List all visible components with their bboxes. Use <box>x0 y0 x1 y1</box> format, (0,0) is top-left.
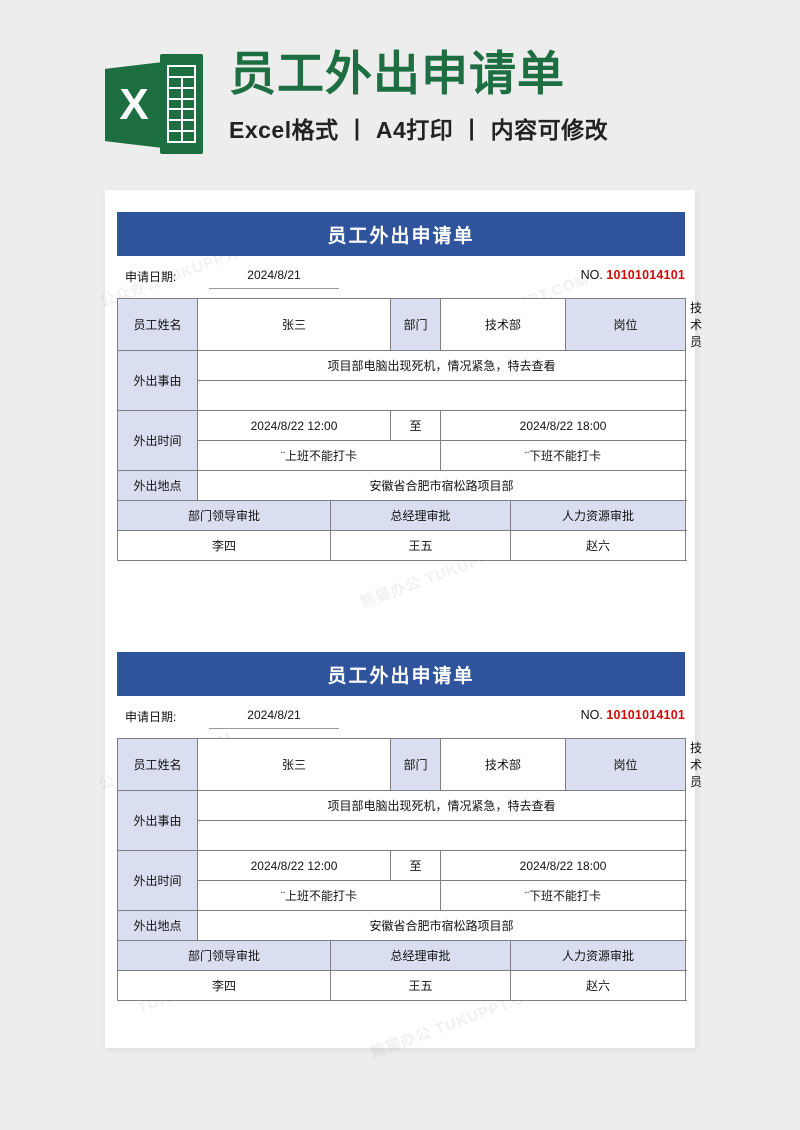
employee-name-label: 员工姓名 <box>117 738 198 791</box>
reason-value[interactable]: 项目部电脑出现死机，情况紧急，特去查看 <box>196 350 687 381</box>
department-label: 部门 <box>390 298 442 351</box>
application-date-label: 申请日期: <box>125 710 177 724</box>
application-table: 员工姓名 张三 部门 技术部 岗位 技术员 外出事由 项目部电脑出现死机，情况紧… <box>117 738 702 1001</box>
out-time-start[interactable]: 2024/8/22 12:00 <box>196 850 392 881</box>
application-number-value[interactable]: 10101014101 <box>606 268 685 282</box>
out-time-note-end[interactable]: ¨下班不能打卡 <box>440 440 687 471</box>
out-place-label: 外出地点 <box>117 470 198 501</box>
department-value[interactable]: 技术部 <box>440 298 567 351</box>
reason-value[interactable]: 项目部电脑出现死机，情况紧急，特去查看 <box>196 790 687 821</box>
form-meta-row: 申请日期: 2024/8/21 NO. 10101014101 <box>117 256 685 298</box>
promo-subtitle: Excel格式 丨 A4打印 丨 内容可修改 <box>229 116 609 143</box>
table-row-time-note: ¨上班不能打卡 ¨下班不能打卡 <box>118 440 687 471</box>
employee-name-value[interactable]: 张三 <box>196 298 392 351</box>
position-label: 岗位 <box>565 298 687 351</box>
application-date-underline <box>209 288 339 289</box>
table-row-place: 外出地点 安徽省合肥市宿松路项目部 <box>117 470 687 501</box>
employee-name-value[interactable]: 张三 <box>196 738 392 791</box>
out-time-note-start[interactable]: ¨上班不能打卡 <box>196 880 442 911</box>
department-label: 部门 <box>390 738 442 791</box>
employee-name-label: 员工姓名 <box>117 298 198 351</box>
table-row-place: 外出地点 安徽省合肥市宿松路项目部 <box>117 910 687 941</box>
approval-value-manager[interactable]: 王五 <box>329 970 512 1001</box>
table-row-employee: 员工姓名 张三 部门 技术部 岗位 技术员 <box>117 738 702 791</box>
table-row-reason-line2 <box>118 380 687 411</box>
out-time-separator: 至 <box>390 410 442 441</box>
reason-value-second-line[interactable] <box>196 380 687 411</box>
out-time-label: 外出时间 <box>117 410 198 471</box>
table-row-reason-line1: 外出事由 项目部电脑出现死机，情况紧急，特去查看 <box>117 350 687 411</box>
approval-header-manager: 总经理审批 <box>329 940 512 971</box>
out-place-value[interactable]: 安徽省合肥市宿松路项目部 <box>196 910 687 941</box>
application-date-label: 申请日期: <box>125 270 177 284</box>
promo-banner-content: X 员工外出申请单 Excel格式 丨 A4打印 丨 内容可修改 <box>105 47 695 168</box>
application-number-label: NO. <box>580 708 603 722</box>
approval-value-department[interactable]: 李四 <box>117 530 331 561</box>
reason-value-second-line[interactable] <box>196 820 687 851</box>
application-number-label: NO. <box>580 268 603 282</box>
table-row-approval-headers: 部门领导审批 总经理审批 人力资源审批 <box>117 940 687 971</box>
promo-title: 员工外出申请单 <box>229 47 565 100</box>
out-time-separator: 至 <box>390 850 442 881</box>
promo-text-block: 员工外出申请单 Excel格式 丨 A4打印 丨 内容可修改 <box>229 47 609 145</box>
excel-logo-grid <box>167 65 196 143</box>
application-date-value[interactable]: 2024/8/21 <box>209 708 339 722</box>
excel-logo-icon: X <box>105 54 203 154</box>
reason-label: 外出事由 <box>117 350 198 411</box>
document-card: 公众办公TUKUPPT.COM 熊猫办公 TUKUPPT.COM TUKUPPT… <box>97 190 702 1062</box>
out-time-note-start[interactable]: ¨上班不能打卡 <box>196 440 442 471</box>
application-date-underline <box>209 728 339 729</box>
application-form-1: 员工外出申请单 申请日期: 2024/8/21 NO. 10101014101 <box>117 212 702 561</box>
out-time-end[interactable]: 2024/8/22 18:00 <box>440 850 687 881</box>
approval-header-department: 部门领导审批 <box>117 500 331 531</box>
table-row-employee: 员工姓名 张三 部门 技术部 岗位 技术员 <box>117 298 702 351</box>
approval-value-manager[interactable]: 王五 <box>329 530 512 561</box>
table-row-time-note: ¨上班不能打卡 ¨下班不能打卡 <box>118 880 687 911</box>
form-meta-row: 申请日期: 2024/8/21 NO. 10101014101 <box>117 696 685 738</box>
table-row-approval-values: 李四 王五 赵六 <box>117 970 687 1001</box>
out-time-end[interactable]: 2024/8/22 18:00 <box>440 410 687 441</box>
out-place-label: 外出地点 <box>117 910 198 941</box>
table-row-approval-values: 李四 王五 赵六 <box>117 530 687 561</box>
excel-logo-letter: X <box>119 80 149 129</box>
department-value[interactable]: 技术部 <box>440 738 567 791</box>
application-date-value[interactable]: 2024/8/21 <box>209 268 339 282</box>
table-row-reason-line1: 外出事由 项目部电脑出现死机，情况紧急，特去查看 <box>117 790 687 851</box>
application-table: 员工姓名 张三 部门 技术部 岗位 技术员 外出事由 项目部电脑出现死机，情况紧… <box>117 298 702 561</box>
approval-header-hr: 人力资源审批 <box>510 500 687 531</box>
application-form-2: 员工外出申请单 申请日期: 2024/8/21 NO. 10101014101 <box>117 652 702 1001</box>
approval-header-manager: 总经理审批 <box>329 500 512 531</box>
approval-value-hr[interactable]: 赵六 <box>510 530 687 561</box>
table-row-reason-line2 <box>118 820 687 851</box>
position-label: 岗位 <box>565 738 687 791</box>
promo-banner: X 员工外出申请单 Excel格式 丨 A4打印 丨 内容可修改 <box>0 0 800 190</box>
table-row-time: 外出时间 2024/8/22 12:00 至 2024/8/22 18:00 <box>117 850 687 911</box>
application-number-value[interactable]: 10101014101 <box>606 708 685 722</box>
approval-value-hr[interactable]: 赵六 <box>510 970 687 1001</box>
out-place-value[interactable]: 安徽省合肥市宿松路项目部 <box>196 470 687 501</box>
application-number: NO. 10101014101 <box>581 268 685 282</box>
form-title-bar: 员工外出申请单 <box>117 652 685 696</box>
out-time-start[interactable]: 2024/8/22 12:00 <box>196 410 392 441</box>
approval-value-department[interactable]: 李四 <box>117 970 331 1001</box>
approval-header-department: 部门领导审批 <box>117 940 331 971</box>
reason-label: 外出事由 <box>117 790 198 851</box>
table-row-approval-headers: 部门领导审批 总经理审批 人力资源审批 <box>117 500 687 531</box>
out-time-label: 外出时间 <box>117 850 198 911</box>
out-time-note-end[interactable]: ¨下班不能打卡 <box>440 880 687 911</box>
form-title-bar: 员工外出申请单 <box>117 212 685 256</box>
table-row-time: 外出时间 2024/8/22 12:00 至 2024/8/22 18:00 <box>117 410 687 471</box>
application-number: NO. 10101014101 <box>581 708 685 722</box>
approval-header-hr: 人力资源审批 <box>510 940 687 971</box>
